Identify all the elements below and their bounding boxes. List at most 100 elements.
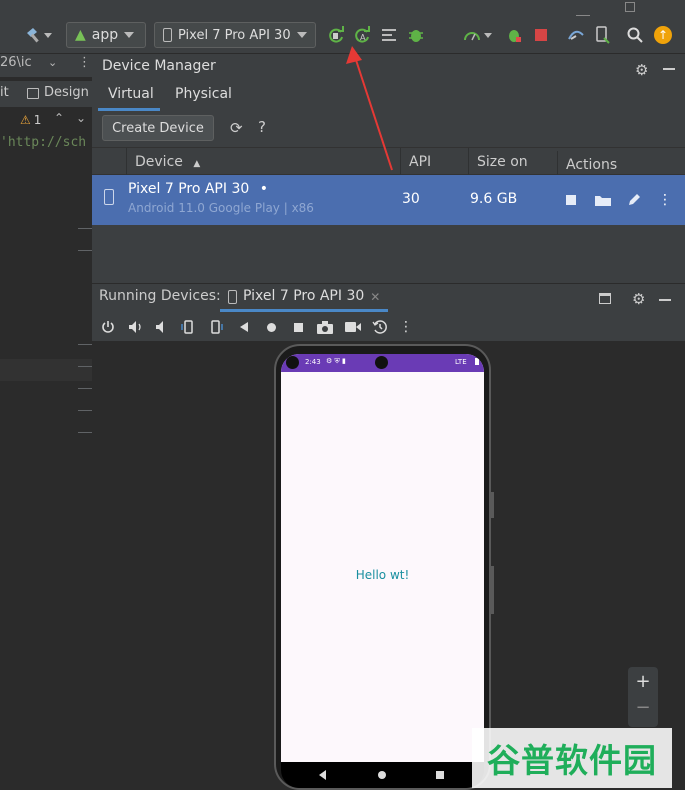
screenshot-camera-icon[interactable] [315, 317, 335, 337]
attach-debugger-icon[interactable] [502, 22, 526, 48]
device-manager-title: Device Manager [102, 58, 216, 74]
device-manager-icon[interactable] [592, 22, 614, 48]
device-manager-panel: Device Manager ⚙ Virtual Physical Create… [92, 55, 685, 283]
device-select[interactable]: Pixel 7 Pro API 30 [154, 22, 316, 48]
warning-triangle-icon: ⚠ [20, 113, 31, 127]
code-mode-tab[interactable]: it [0, 85, 9, 100]
run-config-select[interactable]: ▲ app [66, 22, 146, 48]
running-devices-label: Running Devices: [99, 288, 221, 304]
code-line: 'http://sch [0, 135, 87, 150]
build-hammer-icon[interactable] [22, 22, 56, 48]
back-icon[interactable] [234, 317, 254, 337]
column-header-device[interactable]: Device ▲ [126, 148, 399, 176]
chevron-up-icon[interactable]: ⌃ [54, 111, 64, 125]
device-api: 30 [402, 191, 420, 207]
close-tab-icon[interactable]: ✕ [370, 290, 380, 304]
hide-panel-icon[interactable] [659, 299, 671, 301]
gutter-fold-marker [78, 250, 92, 251]
zoom-out-button[interactable]: − [628, 697, 658, 718]
hide-panel-icon[interactable] [663, 68, 675, 70]
gutter-fold-marker [78, 366, 92, 367]
emulator-screen[interactable]: 2:43 ⚙ ⛨ ▮ LTE Hello wt! [281, 354, 484, 762]
rotate-right-icon[interactable] [206, 317, 226, 337]
power-icon[interactable] [98, 317, 118, 337]
device-subtitle: Android 11.0 Google Play | x86 [128, 201, 314, 215]
create-device-button[interactable]: Create Device [102, 115, 214, 141]
rotate-left-icon[interactable] [178, 317, 198, 337]
battery-icon [475, 358, 479, 365]
more-actions-icon[interactable]: ⋮ [654, 189, 676, 211]
device-column-label: Device [135, 154, 183, 170]
editor-tab-bar: 26\ic ⌄ ⋮ [0, 55, 92, 77]
profile-gauge-icon[interactable] [460, 22, 496, 48]
volume-down-icon[interactable] [152, 317, 172, 337]
tab-virtual[interactable]: Virtual [98, 81, 160, 111]
sort-ascending-icon: ▲ [193, 159, 201, 169]
settings-gear-icon[interactable]: ⚙ [632, 290, 645, 308]
editor-path-fragment[interactable]: 26\ic [0, 55, 32, 70]
run-config-label: app [91, 27, 119, 43]
edit-pencil-icon[interactable] [623, 189, 645, 211]
chevron-down-icon [124, 32, 135, 38]
device-name: Pixel 7 Pro API 30 • [128, 181, 268, 197]
more-vertical-icon[interactable]: ⋮ [78, 55, 91, 70]
column-header-api[interactable]: API [400, 148, 468, 176]
nav-home-icon[interactable] [378, 771, 386, 779]
gutter-fold-marker [78, 228, 92, 229]
nav-back-icon[interactable] [319, 770, 326, 780]
more-options-icon[interactable]: ⋮ [396, 317, 416, 337]
main-toolbar: ▲ app Pixel 7 Pro API 30 A ↑ [0, 16, 685, 54]
sync-project-icon[interactable] [564, 22, 588, 48]
current-line-highlight [0, 359, 92, 381]
stop-icon[interactable] [530, 22, 552, 48]
hello-text: Hello wt! [355, 568, 410, 582]
editor-pane: 26\ic ⌄ ⋮ it Design ⚠ 1 ⌃ ⌄ 'http://sch [0, 55, 92, 790]
update-available-icon[interactable]: ↑ [652, 22, 674, 48]
column-header-size[interactable]: Size on Disk [468, 148, 556, 198]
running-status-dot: • [259, 181, 268, 197]
table-row[interactable]: Pixel 7 Pro API 30 • Android 11.0 Google… [92, 175, 685, 225]
zoom-in-button[interactable]: + [628, 671, 658, 692]
help-icon[interactable]: ? [258, 118, 266, 136]
overview-icon[interactable] [288, 317, 308, 337]
chevron-down-icon[interactable]: ⌄ [76, 111, 86, 125]
android-icon: ▲ [75, 27, 86, 43]
site-watermark: 谷普软件园 [472, 728, 672, 788]
running-device-tab-label: Pixel 7 Pro API 30 [243, 288, 365, 304]
refresh-icon[interactable]: ⟳ [230, 119, 243, 137]
snapshot-restore-icon[interactable] [370, 317, 390, 337]
virtual-device-icon [104, 189, 114, 205]
status-notification-icons: ⚙ ⛨ ▮ [326, 357, 346, 365]
chevron-down-icon[interactable]: ⌄ [48, 56, 57, 69]
side-button[interactable] [491, 566, 494, 614]
design-image-icon [27, 88, 39, 99]
settings-gear-icon[interactable]: ⚙ [635, 61, 648, 79]
running-device-tab[interactable]: Pixel 7 Pro API 30 ✕ [220, 284, 389, 312]
device-name-text: Pixel 7 Pro API 30 [128, 181, 250, 197]
warning-indicator[interactable]: ⚠ 1 [20, 113, 41, 127]
warning-count: 1 [33, 113, 42, 127]
logcat-lines-icon[interactable] [378, 22, 402, 48]
side-button[interactable] [491, 492, 494, 518]
debug-bug-icon[interactable] [404, 22, 428, 48]
search-icon[interactable] [624, 22, 646, 48]
device-select-label: Pixel 7 Pro API 30 [178, 27, 291, 43]
minimize-window-icon[interactable] [576, 6, 590, 16]
volume-up-icon[interactable] [126, 317, 146, 337]
running-devices-panel: Running Devices: Pixel 7 Pro API 30 ✕ ⚙ [92, 283, 685, 341]
home-icon[interactable] [261, 317, 281, 337]
folder-open-icon[interactable] [592, 189, 614, 211]
apply-code-changes-icon[interactable]: A [350, 22, 374, 48]
apply-changes-restart-icon[interactable] [324, 22, 348, 48]
tab-physical[interactable]: Physical [175, 81, 232, 111]
restore-window-icon[interactable] [625, 2, 635, 12]
stop-device-icon[interactable] [560, 189, 582, 211]
nav-overview-icon[interactable] [436, 771, 444, 779]
design-mode-tab[interactable]: Design [44, 85, 89, 100]
android-status-bar: 2:43 ⚙ ⛨ ▮ LTE [281, 354, 484, 372]
svg-text:A: A [360, 33, 366, 42]
phone-icon [163, 28, 172, 42]
maximize-panel-icon[interactable] [599, 293, 611, 304]
emulator-phone-frame: 2:43 ⚙ ⛨ ▮ LTE Hello wt! [274, 344, 494, 790]
screen-record-icon[interactable] [343, 317, 363, 337]
